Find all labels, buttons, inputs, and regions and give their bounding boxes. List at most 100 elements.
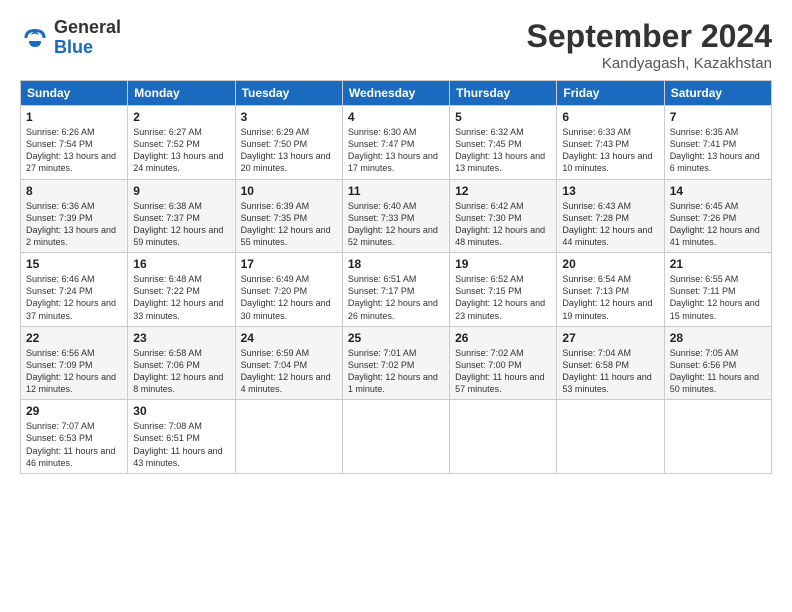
cell-content: 30Sunrise: 7:08 AM Sunset: 6:51 PM Dayli…: [133, 404, 229, 469]
calendar-week-2: 8 Sunrise: 6:36 AM Sunset: 7:39 PM Daylig…: [21, 179, 772, 253]
day-detail: Sunrise: 6:32 AM Sunset: 7:45 PM Dayligh…: [455, 126, 551, 175]
cell-content: 25Sunrise: 7:01 AM Sunset: 7:02 PM Dayli…: [348, 331, 444, 396]
cell-content: 13 Sunrise: 6:43 AM Sunset: 7:28 PM Dayli…: [562, 184, 658, 249]
day-detail: Sunrise: 6:36 AM Sunset: 7:39 PM Dayligh…: [26, 200, 122, 249]
day-detail: Sunrise: 6:59 AM Sunset: 7:04 PM Dayligh…: [241, 347, 337, 396]
day-detail: Sunrise: 7:04 AM Sunset: 6:58 PM Dayligh…: [562, 347, 658, 396]
day-detail: Sunrise: 6:49 AM Sunset: 7:20 PM Dayligh…: [241, 273, 337, 322]
cell-content: 2Sunrise: 6:27 AM Sunset: 7:52 PM Daylig…: [133, 110, 229, 175]
cell-content: 21Sunrise: 6:55 AM Sunset: 7:11 PM Dayli…: [670, 257, 766, 322]
calendar-cell: 10Sunrise: 6:39 AM Sunset: 7:35 PM Dayli…: [235, 179, 342, 253]
calendar-cell: 9Sunrise: 6:38 AM Sunset: 7:37 PM Daylig…: [128, 179, 235, 253]
calendar-cell: 26Sunrise: 7:02 AM Sunset: 7:00 PM Dayli…: [450, 326, 557, 400]
calendar-cell: 2Sunrise: 6:27 AM Sunset: 7:52 PM Daylig…: [128, 106, 235, 180]
cell-content: 16Sunrise: 6:48 AM Sunset: 7:22 PM Dayli…: [133, 257, 229, 322]
calendar-cell: [557, 400, 664, 474]
cell-content: 9Sunrise: 6:38 AM Sunset: 7:37 PM Daylig…: [133, 184, 229, 249]
day-detail: Sunrise: 6:33 AM Sunset: 7:43 PM Dayligh…: [562, 126, 658, 175]
day-number: 28: [670, 331, 766, 345]
day-detail: Sunrise: 6:27 AM Sunset: 7:52 PM Dayligh…: [133, 126, 229, 175]
cell-content: 15 Sunrise: 6:46 AM Sunset: 7:24 PM Dayli…: [26, 257, 122, 322]
calendar-cell: 19Sunrise: 6:52 AM Sunset: 7:15 PM Dayli…: [450, 253, 557, 327]
day-detail: Sunrise: 6:43 AM Sunset: 7:28 PM Dayligh…: [562, 200, 658, 249]
day-number: 6: [562, 110, 658, 124]
calendar-cell: 7Sunrise: 6:35 AM Sunset: 7:41 PM Daylig…: [664, 106, 771, 180]
calendar-cell: 12Sunrise: 6:42 AM Sunset: 7:30 PM Dayli…: [450, 179, 557, 253]
day-number: 14: [670, 184, 766, 198]
cell-content: 11Sunrise: 6:40 AM Sunset: 7:33 PM Dayli…: [348, 184, 444, 249]
cell-content: 22Sunrise: 6:56 AM Sunset: 7:09 PM Dayli…: [26, 331, 122, 396]
day-detail: Sunrise: 6:30 AM Sunset: 7:47 PM Dayligh…: [348, 126, 444, 175]
day-number: 23: [133, 331, 229, 345]
th-friday: Friday: [557, 81, 664, 106]
calendar-cell: [235, 400, 342, 474]
day-number: 17: [241, 257, 337, 271]
day-detail: Sunrise: 6:39 AM Sunset: 7:35 PM Dayligh…: [241, 200, 337, 249]
calendar-cell: 25Sunrise: 7:01 AM Sunset: 7:02 PM Dayli…: [342, 326, 449, 400]
th-monday: Monday: [128, 81, 235, 106]
calendar-cell: [450, 400, 557, 474]
cell-content: 3Sunrise: 6:29 AM Sunset: 7:50 PM Daylig…: [241, 110, 337, 175]
day-detail: Sunrise: 6:56 AM Sunset: 7:09 PM Dayligh…: [26, 347, 122, 396]
cell-content: 12Sunrise: 6:42 AM Sunset: 7:30 PM Dayli…: [455, 184, 551, 249]
header: General Blue September 2024 Kandyagash, …: [20, 18, 772, 72]
day-number: 20: [562, 257, 658, 271]
calendar-cell: 16Sunrise: 6:48 AM Sunset: 7:22 PM Dayli…: [128, 253, 235, 327]
th-sunday: Sunday: [21, 81, 128, 106]
cell-content: 17 Sunrise: 6:49 AM Sunset: 7:20 PM Dayli…: [241, 257, 337, 322]
day-number: 21: [670, 257, 766, 271]
day-number: 18: [348, 257, 444, 271]
calendar-cell: 1Sunrise: 6:26 AM Sunset: 7:54 PM Daylig…: [21, 106, 128, 180]
day-number: 29: [26, 404, 122, 418]
calendar-cell: [342, 400, 449, 474]
calendar-cell: 27Sunrise: 7:04 AM Sunset: 6:58 PM Dayli…: [557, 326, 664, 400]
day-number: 8: [26, 184, 122, 198]
calendar-cell: 17 Sunrise: 6:49 AM Sunset: 7:20 PM Dayli…: [235, 253, 342, 327]
day-number: 9: [133, 184, 229, 198]
day-detail: Sunrise: 6:46 AM Sunset: 7:24 PM Dayligh…: [26, 273, 122, 322]
cell-content: 7Sunrise: 6:35 AM Sunset: 7:41 PM Daylig…: [670, 110, 766, 175]
logo-blue-text: Blue: [54, 38, 121, 58]
day-detail: Sunrise: 6:26 AM Sunset: 7:54 PM Dayligh…: [26, 126, 122, 175]
day-detail: Sunrise: 6:58 AM Sunset: 7:06 PM Dayligh…: [133, 347, 229, 396]
day-detail: Sunrise: 7:02 AM Sunset: 7:00 PM Dayligh…: [455, 347, 551, 396]
calendar-week-5: 29 Sunrise: 7:07 AM Sunset: 6:53 PM Dayli…: [21, 400, 772, 474]
day-number: 13: [562, 184, 658, 198]
title-section: September 2024 Kandyagash, Kazakhstan: [527, 18, 772, 72]
calendar-cell: 24 Sunrise: 6:59 AM Sunset: 7:04 PM Dayli…: [235, 326, 342, 400]
calendar-cell: [664, 400, 771, 474]
cell-content: 23 Sunrise: 6:58 AM Sunset: 7:06 PM Dayli…: [133, 331, 229, 396]
day-number: 12: [455, 184, 551, 198]
day-detail: Sunrise: 6:48 AM Sunset: 7:22 PM Dayligh…: [133, 273, 229, 322]
day-number: 15: [26, 257, 122, 271]
calendar-cell: 22Sunrise: 6:56 AM Sunset: 7:09 PM Dayli…: [21, 326, 128, 400]
cell-content: 14 Sunrise: 6:45 AM Sunset: 7:26 PM Dayli…: [670, 184, 766, 249]
day-number: 24: [241, 331, 337, 345]
calendar-cell: 29 Sunrise: 7:07 AM Sunset: 6:53 PM Dayli…: [21, 400, 128, 474]
day-number: 19: [455, 257, 551, 271]
cell-content: 6 Sunrise: 6:33 AM Sunset: 7:43 PM Daylig…: [562, 110, 658, 175]
logo: General Blue: [20, 18, 121, 58]
day-detail: Sunrise: 7:07 AM Sunset: 6:53 PM Dayligh…: [26, 420, 122, 469]
logo-general-text: General: [54, 18, 121, 38]
weekday-row: Sunday Monday Tuesday Wednesday Thursday…: [21, 81, 772, 106]
calendar-cell: 4Sunrise: 6:30 AM Sunset: 7:47 PM Daylig…: [342, 106, 449, 180]
calendar-cell: 3Sunrise: 6:29 AM Sunset: 7:50 PM Daylig…: [235, 106, 342, 180]
cell-content: 1Sunrise: 6:26 AM Sunset: 7:54 PM Daylig…: [26, 110, 122, 175]
day-number: 25: [348, 331, 444, 345]
calendar-header: Sunday Monday Tuesday Wednesday Thursday…: [21, 81, 772, 106]
calendar-cell: 20Sunrise: 6:54 AM Sunset: 7:13 PM Dayli…: [557, 253, 664, 327]
main-title: September 2024: [527, 18, 772, 55]
th-wednesday: Wednesday: [342, 81, 449, 106]
day-detail: Sunrise: 6:45 AM Sunset: 7:26 PM Dayligh…: [670, 200, 766, 249]
cell-content: 20Sunrise: 6:54 AM Sunset: 7:13 PM Dayli…: [562, 257, 658, 322]
day-detail: Sunrise: 6:29 AM Sunset: 7:50 PM Dayligh…: [241, 126, 337, 175]
day-number: 30: [133, 404, 229, 418]
page: General Blue September 2024 Kandyagash, …: [0, 0, 792, 612]
calendar-cell: 18 Sunrise: 6:51 AM Sunset: 7:17 PM Dayli…: [342, 253, 449, 327]
day-detail: Sunrise: 6:51 AM Sunset: 7:17 PM Dayligh…: [348, 273, 444, 322]
calendar-cell: 21Sunrise: 6:55 AM Sunset: 7:11 PM Dayli…: [664, 253, 771, 327]
calendar-cell: 13 Sunrise: 6:43 AM Sunset: 7:28 PM Dayli…: [557, 179, 664, 253]
calendar-week-1: 1Sunrise: 6:26 AM Sunset: 7:54 PM Daylig…: [21, 106, 772, 180]
calendar-week-4: 22Sunrise: 6:56 AM Sunset: 7:09 PM Dayli…: [21, 326, 772, 400]
